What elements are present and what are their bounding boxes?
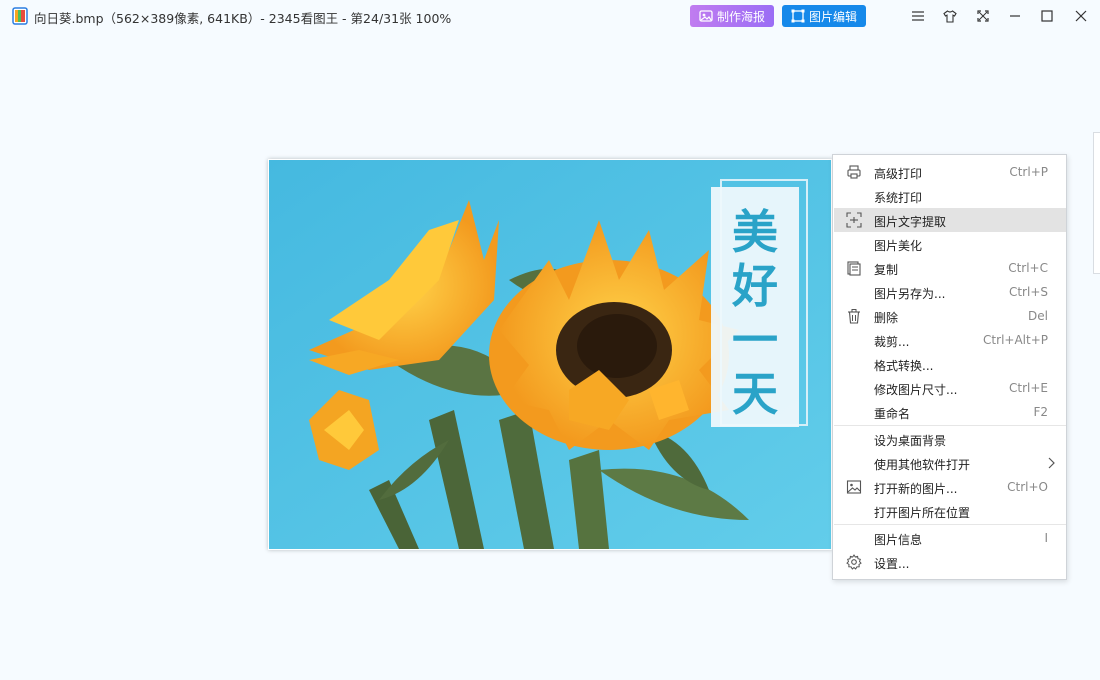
- menu-item-crop[interactable]: 裁剪... Ctrl+Alt+P: [834, 328, 1066, 352]
- menu-item-label: 图片美化: [874, 239, 923, 253]
- menu-item-shortcut: Ctrl+C: [1008, 261, 1048, 275]
- close-icon: [1075, 10, 1087, 22]
- menu-item-label: 裁剪...: [874, 335, 910, 349]
- menu-item-label: 修改图片尺寸...: [874, 383, 958, 397]
- menu-item-label: 格式转换...: [874, 359, 934, 373]
- text-scan-icon: [846, 212, 862, 228]
- overlay-char: 美: [732, 205, 778, 259]
- maximize-button[interactable]: [1034, 4, 1060, 28]
- menu-item-shortcut: Ctrl+E: [1009, 381, 1048, 395]
- menu-separator: [834, 425, 1066, 426]
- menu-item-shortcut: Del: [1028, 309, 1048, 323]
- side-panel-edge[interactable]: [1093, 132, 1100, 274]
- menu-item-shortcut: F2: [1033, 405, 1048, 419]
- close-button[interactable]: [1068, 4, 1094, 28]
- maximize-icon: [1041, 10, 1053, 22]
- menu-item-label: 设置...: [874, 557, 910, 571]
- menu-item-label: 打开图片所在位置: [874, 506, 971, 520]
- menu-item-image-info[interactable]: 图片信息 I: [834, 526, 1066, 550]
- overlay-char: 天: [732, 367, 778, 421]
- fullscreen-button[interactable]: [970, 4, 996, 28]
- context-menu: 高级打印 Ctrl+P 系统打印 图片文字提取 图片美化 复制 Ctrl+C 图…: [832, 154, 1067, 580]
- skin-button[interactable]: [937, 4, 963, 28]
- chevron-right-icon: [1048, 457, 1055, 469]
- menu-item-copy[interactable]: 复制 Ctrl+C: [834, 256, 1066, 280]
- crop-edit-icon: [791, 9, 805, 23]
- menu-item-label: 图片文字提取: [874, 215, 947, 229]
- sunflower-photo: 美 好 一 天: [269, 160, 831, 549]
- image-icon: [846, 480, 862, 494]
- printer-icon: [847, 165, 861, 179]
- menu-item-shortcut: Ctrl+S: [1008, 285, 1048, 299]
- menu-item-label: 使用其他软件打开: [874, 458, 971, 472]
- make-poster-button[interactable]: 制作海报: [690, 5, 774, 27]
- menu-item-label: 图片信息: [874, 533, 923, 547]
- menu-item-open-new[interactable]: 打开新的图片... Ctrl+O: [834, 475, 1066, 499]
- fullscreen-icon: [977, 10, 989, 22]
- menu-item-format-convert[interactable]: 格式转换...: [834, 352, 1066, 376]
- menu-item-label: 图片另存为...: [874, 287, 946, 301]
- image-edit-label: 图片编辑: [808, 9, 857, 24]
- poster-icon: [699, 10, 713, 22]
- shirt-skin-icon: [943, 9, 957, 23]
- trash-icon: [848, 309, 860, 324]
- menu-item-open-location[interactable]: 打开图片所在位置: [834, 499, 1066, 523]
- menu-separator: [834, 524, 1066, 525]
- gear-icon: [846, 554, 862, 570]
- overlay-char: 一: [732, 313, 778, 367]
- menu-item-text-extract[interactable]: 图片文字提取: [834, 208, 1066, 232]
- minimize-button[interactable]: [1002, 4, 1028, 28]
- menu-item-label: 删除: [874, 311, 899, 325]
- menu-item-save-as[interactable]: 图片另存为... Ctrl+S: [834, 280, 1066, 304]
- menu-item-resize[interactable]: 修改图片尺寸... Ctrl+E: [834, 376, 1066, 400]
- copy-icon: [847, 261, 861, 276]
- menu-item-label: 系统打印: [874, 191, 923, 205]
- menu-item-label: 重命名: [874, 407, 911, 421]
- menu-item-label: 打开新的图片...: [874, 482, 958, 496]
- menu-item-set-wallpaper[interactable]: 设为桌面背景: [834, 427, 1066, 451]
- image-edit-button[interactable]: 图片编辑: [782, 5, 866, 27]
- menu-item-delete[interactable]: 删除 Del: [834, 304, 1066, 328]
- menu-item-beautify[interactable]: 图片美化: [834, 232, 1066, 256]
- menu-item-settings[interactable]: 设置...: [834, 550, 1066, 574]
- menu-item-shortcut: Ctrl+O: [1007, 480, 1048, 494]
- menu-item-shortcut: I: [1044, 531, 1048, 545]
- menu-item-system-print[interactable]: 系统打印: [834, 184, 1066, 208]
- overlay-title: 美 好 一 天: [711, 205, 799, 421]
- window-title: 向日葵.bmp（562×389像素, 641KB）- 2345看图王 - 第24…: [34, 11, 452, 26]
- menu-item-label: 复制: [874, 263, 899, 277]
- minimize-icon: [1010, 15, 1020, 17]
- menu-item-label: 高级打印: [874, 167, 923, 181]
- menu-item-shortcut: Ctrl+P: [1009, 165, 1048, 179]
- title-bar: 向日葵.bmp（562×389像素, 641KB）- 2345看图王 - 第24…: [0, 0, 1100, 32]
- menu-item-advanced-print[interactable]: 高级打印 Ctrl+P: [834, 160, 1066, 184]
- menu-item-rename[interactable]: 重命名 F2: [834, 400, 1066, 424]
- hamburger-menu-icon: [912, 11, 924, 21]
- menu-item-open-with[interactable]: 使用其他软件打开: [834, 451, 1066, 475]
- menu-item-label: 设为桌面背景: [874, 434, 947, 448]
- image-viewer[interactable]: 美 好 一 天: [268, 159, 832, 550]
- menu-item-shortcut: Ctrl+Alt+P: [983, 333, 1048, 347]
- make-poster-label: 制作海报: [716, 9, 765, 24]
- app-logo-icon: [12, 7, 28, 25]
- overlay-char: 好: [732, 259, 778, 313]
- menu-button[interactable]: [905, 4, 931, 28]
